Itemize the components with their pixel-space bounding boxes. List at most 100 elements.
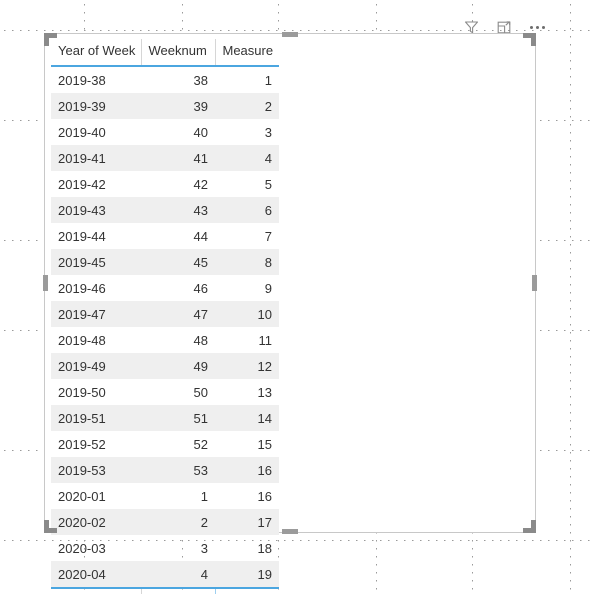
cell-measure[interactable]: 12 [215, 353, 279, 379]
total-label: Total [51, 587, 141, 594]
cell-weeknum[interactable]: 48 [141, 327, 215, 353]
table-row[interactable]: 2020-04 4 19 [51, 561, 279, 588]
cell-measure[interactable]: 18 [215, 535, 279, 561]
cell-measure[interactable]: 5 [215, 171, 279, 197]
cell-weeknum[interactable]: 49 [141, 353, 215, 379]
table-row[interactable]: 2019-47 47 10 [51, 301, 279, 327]
table-row[interactable]: 2019-42 42 5 [51, 171, 279, 197]
cell-year-of-week[interactable]: 2019-41 [51, 145, 141, 171]
cell-year-of-week[interactable]: 2019-48 [51, 327, 141, 353]
total-measure [214, 587, 279, 594]
table-total-row: Total 738 [51, 587, 279, 594]
ellipsis-glyph [529, 25, 545, 29]
table-row[interactable]: 2019-52 52 15 [51, 431, 279, 457]
resize-handle-bottom-center[interactable] [282, 529, 298, 534]
cell-year-of-week[interactable]: 2020-04 [51, 561, 141, 588]
table-row[interactable]: 2019-49 49 12 [51, 353, 279, 379]
cell-weeknum[interactable]: 42 [141, 171, 215, 197]
cell-measure[interactable]: 19 [215, 561, 279, 588]
resize-handle-middle-left[interactable] [43, 275, 48, 291]
cell-year-of-week[interactable]: 2020-03 [51, 535, 141, 561]
cell-measure[interactable]: 6 [215, 197, 279, 223]
cell-weeknum[interactable]: 40 [141, 119, 215, 145]
table-row[interactable]: 2019-48 48 11 [51, 327, 279, 353]
cell-weeknum[interactable]: 53 [141, 457, 215, 483]
data-table[interactable]: Year of Week Weeknum Measure 2019-38 38 … [51, 39, 279, 594]
cell-weeknum[interactable]: 1 [141, 483, 215, 509]
table-row[interactable]: 2019-40 40 3 [51, 119, 279, 145]
table-visual[interactable]: Year of Week Weeknum Measure 2019-38 38 … [51, 39, 279, 594]
cell-weeknum[interactable]: 3 [141, 535, 215, 561]
table-row[interactable]: 2020-01 1 16 [51, 483, 279, 509]
cell-year-of-week[interactable]: 2020-01 [51, 483, 141, 509]
cell-measure[interactable]: 2 [215, 93, 279, 119]
table-row[interactable]: 2020-02 2 17 [51, 509, 279, 535]
cell-year-of-week[interactable]: 2019-53 [51, 457, 141, 483]
cell-weeknum[interactable]: 39 [141, 93, 215, 119]
cell-measure[interactable]: 4 [215, 145, 279, 171]
cell-year-of-week[interactable]: 2019-46 [51, 275, 141, 301]
cell-year-of-week[interactable]: 2019-52 [51, 431, 141, 457]
table-row[interactable]: 2019-51 51 14 [51, 405, 279, 431]
cell-year-of-week[interactable]: 2020-02 [51, 509, 141, 535]
cell-year-of-week[interactable]: 2019-39 [51, 93, 141, 119]
cell-weeknum[interactable]: 38 [141, 66, 215, 93]
column-header-weeknum[interactable]: Weeknum [140, 39, 215, 67]
cell-measure[interactable]: 10 [215, 301, 279, 327]
cell-measure[interactable]: 15 [215, 431, 279, 457]
table-row[interactable]: 2019-44 44 7 [51, 223, 279, 249]
column-header-year-of-week[interactable]: Year of Week [51, 39, 141, 67]
cell-weeknum[interactable]: 41 [141, 145, 215, 171]
resize-handle-top-right[interactable] [523, 33, 536, 46]
cell-year-of-week[interactable]: 2019-43 [51, 197, 141, 223]
table-row[interactable]: 2019-43 43 6 [51, 197, 279, 223]
cell-measure[interactable]: 9 [215, 275, 279, 301]
cell-measure[interactable]: 13 [215, 379, 279, 405]
cell-measure[interactable]: 11 [215, 327, 279, 353]
cell-weeknum[interactable]: 44 [141, 223, 215, 249]
cell-year-of-week[interactable]: 2019-51 [51, 405, 141, 431]
resize-handle-bottom-right[interactable] [523, 520, 536, 533]
cell-weeknum[interactable]: 50 [141, 379, 215, 405]
cell-weeknum[interactable]: 4 [141, 561, 215, 588]
cell-measure[interactable]: 16 [215, 483, 279, 509]
cell-measure[interactable]: 3 [215, 119, 279, 145]
selected-visual-frame[interactable]: Year of Week Weeknum Measure 2019-38 38 … [43, 32, 537, 594]
cell-measure[interactable]: 1 [215, 66, 279, 93]
cell-measure[interactable]: 14 [215, 405, 279, 431]
table-header-row: Year of Week Weeknum Measure [51, 39, 279, 67]
table-row[interactable]: 2019-38 38 1 [51, 66, 279, 93]
cell-year-of-week[interactable]: 2019-50 [51, 379, 141, 405]
table-row[interactable]: 2019-41 41 4 [51, 145, 279, 171]
cell-year-of-week[interactable]: 2019-42 [51, 171, 141, 197]
cell-measure[interactable]: 7 [215, 223, 279, 249]
column-header-measure[interactable]: Measure [214, 39, 279, 67]
cell-measure[interactable]: 17 [215, 509, 279, 535]
cell-measure[interactable]: 16 [215, 457, 279, 483]
resize-handle-middle-right[interactable] [532, 275, 537, 291]
cell-weeknum[interactable]: 46 [141, 275, 215, 301]
cell-weeknum[interactable]: 52 [141, 431, 215, 457]
cell-measure[interactable]: 8 [215, 249, 279, 275]
cell-weeknum[interactable]: 2 [141, 509, 215, 535]
cell-year-of-week[interactable]: 2019-40 [51, 119, 141, 145]
cell-year-of-week[interactable]: 2019-47 [51, 301, 141, 327]
table-row[interactable]: 2020-03 3 18 [51, 535, 279, 561]
cell-weeknum[interactable]: 45 [141, 249, 215, 275]
cell-weeknum[interactable]: 43 [141, 197, 215, 223]
cell-year-of-week[interactable]: 2019-38 [51, 66, 141, 93]
table-row[interactable]: 2019-46 46 9 [51, 275, 279, 301]
cell-year-of-week[interactable]: 2019-44 [51, 223, 141, 249]
cell-weeknum[interactable]: 47 [141, 301, 215, 327]
table-row[interactable]: 2019-39 39 2 [51, 93, 279, 119]
report-canvas[interactable]: Year of Week Weeknum Measure 2019-38 38 … [0, 0, 596, 594]
cell-weeknum[interactable]: 51 [141, 405, 215, 431]
cell-year-of-week[interactable]: 2019-45 [51, 249, 141, 275]
table-row[interactable]: 2019-45 45 8 [51, 249, 279, 275]
resize-handle-bottom-left[interactable] [44, 520, 57, 533]
table-row[interactable]: 2019-53 53 16 [51, 457, 279, 483]
resize-handle-top-left[interactable] [44, 33, 57, 46]
cell-year-of-week[interactable]: 2019-49 [51, 353, 141, 379]
resize-handle-top-center[interactable] [282, 32, 298, 37]
table-row[interactable]: 2019-50 50 13 [51, 379, 279, 405]
